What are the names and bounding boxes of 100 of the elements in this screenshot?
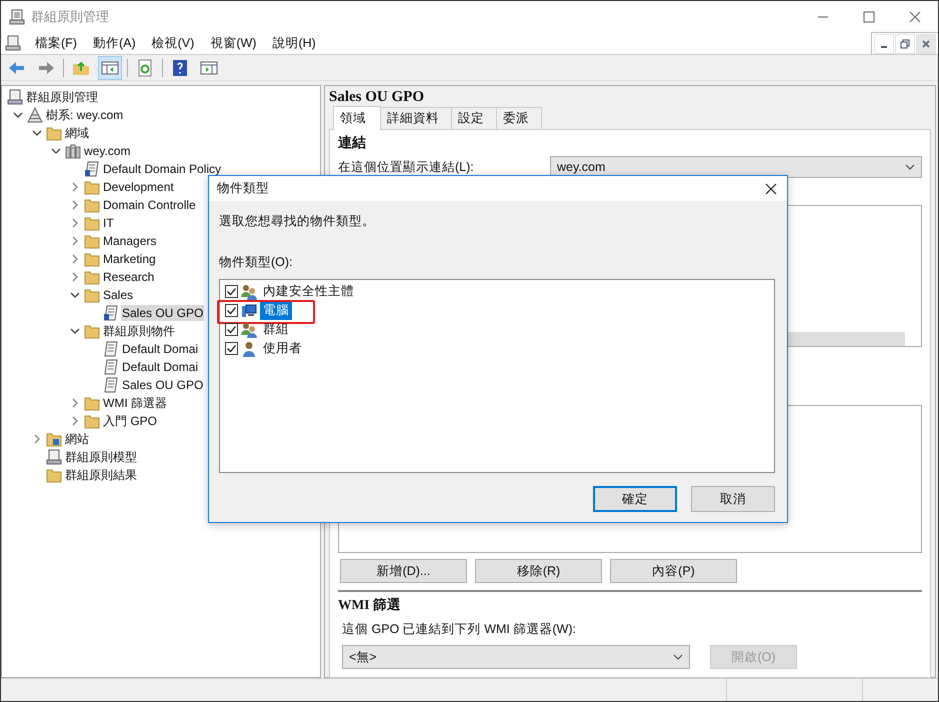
menu-item[interactable]: 視窗(W) <box>208 34 258 52</box>
restore-icon[interactable] <box>895 34 915 54</box>
list-label: 物件類型(O): <box>219 254 294 271</box>
tree-item[interactable]: 網域 <box>64 124 90 142</box>
section-heading: WMI 篩選 <box>338 596 402 614</box>
panel-title: Sales OU GPO <box>329 89 426 106</box>
folder-icon <box>84 179 100 195</box>
tab[interactable]: 領域 <box>333 106 381 130</box>
collapse-chevron-icon[interactable] <box>51 146 61 156</box>
field-label: 在這個位置顯示連結(L): <box>338 158 475 176</box>
tree-item[interactable]: Managers <box>102 233 158 249</box>
user-icon <box>241 340 257 356</box>
object-type-item[interactable]: 群組 <box>260 320 292 339</box>
expand-chevron-icon[interactable] <box>32 434 42 444</box>
collapse-chevron-icon[interactable] <box>32 128 42 138</box>
users-icon <box>241 322 257 338</box>
object-type-item[interactable]: 內建安全性主體 <box>260 282 357 301</box>
tree-item[interactable]: 樹系: wey.com <box>45 106 124 124</box>
dropdown-chevron-icon[interactable] <box>905 162 915 172</box>
tree-item[interactable]: WMI 篩選器 <box>102 394 168 412</box>
tree-item[interactable]: Sales OU GPO <box>121 377 204 393</box>
section-heading: 連結 <box>338 134 367 152</box>
console-icon <box>9 8 25 24</box>
expand-chevron-icon[interactable] <box>70 272 80 282</box>
folder-icon <box>46 125 62 141</box>
folder-icon <box>46 467 62 483</box>
checkbox[interactable] <box>225 285 238 298</box>
console-icon <box>7 89 23 105</box>
tab[interactable]: 委派 <box>496 107 542 129</box>
folder-icon <box>84 233 100 249</box>
modeling-icon <box>46 449 62 465</box>
menu-item[interactable]: 檔案(F) <box>33 34 79 52</box>
field-label: 這個 GPO 已連結到下列 WMI 篩選器(W): <box>341 621 577 638</box>
tree-item[interactable]: Domain Controlle <box>102 197 197 213</box>
wmi-filter-dropdown[interactable]: <無> <box>342 645 690 669</box>
tree-item[interactable]: 網站 <box>64 430 90 448</box>
tree-item[interactable]: 群組原則管理 <box>25 88 99 106</box>
tree-item[interactable]: 群組原則物件 <box>102 322 176 340</box>
panel-toggle-icon[interactable] <box>98 56 122 80</box>
collapse-chevron-icon[interactable] <box>70 290 80 300</box>
object-type-item[interactable]: 電腦 <box>260 301 292 320</box>
tree-item[interactable]: Default Domai <box>121 359 200 375</box>
folder-icon <box>84 323 100 339</box>
action-button[interactable]: 內容(P) <box>610 559 737 583</box>
tree-item[interactable]: Sales OU GPO <box>121 305 204 321</box>
menu-item[interactable]: 檢視(V) <box>150 34 196 52</box>
location-dropdown[interactable]: wey.com <box>550 156 922 178</box>
expand-chevron-icon[interactable] <box>70 254 80 264</box>
checkbox[interactable] <box>225 342 238 355</box>
tree-item[interactable]: 群組原則模型 <box>64 448 138 466</box>
expand-chevron-icon[interactable] <box>70 218 80 228</box>
folder-icon <box>84 287 100 303</box>
minimize-icon[interactable] <box>874 34 894 54</box>
dialog-button[interactable]: 取消 <box>691 486 775 512</box>
dialog-title: 物件類型 <box>217 180 269 197</box>
dialog-button[interactable]: 確定 <box>593 486 677 512</box>
tree-item[interactable]: wey.com <box>83 143 132 159</box>
action-button[interactable]: 移除(R) <box>475 559 602 583</box>
console-icon <box>5 35 21 51</box>
window-title: 群組原則管理 <box>31 8 109 26</box>
tree-item[interactable]: 群組原則結果 <box>64 466 138 484</box>
tree-item[interactable]: IT <box>102 215 115 231</box>
expand-chevron-icon[interactable] <box>70 398 80 408</box>
tree-item[interactable]: Marketing <box>102 251 157 267</box>
expand-chevron-icon[interactable] <box>70 182 80 192</box>
checkbox[interactable] <box>225 323 238 336</box>
collapse-chevron-icon[interactable] <box>13 110 23 120</box>
folder-icon <box>84 251 100 267</box>
menu-item[interactable]: 說明(H) <box>270 34 318 52</box>
tree-item[interactable]: Default Domain Policy <box>102 161 222 177</box>
tree-item[interactable]: 入門 GPO <box>102 412 158 430</box>
gpo-icon <box>103 341 119 357</box>
checkbox[interactable] <box>225 304 238 317</box>
folder-icon <box>46 431 62 447</box>
close-icon[interactable] <box>765 182 777 194</box>
folder-icon <box>84 413 100 429</box>
folder-icon <box>84 197 100 213</box>
gpo-icon <box>103 359 119 375</box>
folder-icon <box>84 215 100 231</box>
forest-icon <box>27 107 43 123</box>
gpo-link-icon <box>84 161 100 177</box>
menu-item[interactable]: 動作(A) <box>90 34 138 52</box>
expand-chevron-icon[interactable] <box>70 236 80 246</box>
dialog-prompt: 選取您想尋找的物件類型。 <box>219 213 376 230</box>
tree-item[interactable]: Research <box>102 269 156 285</box>
tree-item[interactable]: Development <box>102 179 175 195</box>
gpo-link-icon <box>103 305 119 321</box>
tree-item[interactable]: Default Domai <box>121 341 200 357</box>
gpo-icon <box>103 377 119 393</box>
folder-icon <box>84 269 100 285</box>
tree-item[interactable]: Sales <box>102 287 134 303</box>
expand-chevron-icon[interactable] <box>70 200 80 210</box>
action-button[interactable]: 新增(D)... <box>340 559 467 583</box>
dropdown-chevron-icon[interactable] <box>673 652 683 662</box>
object-type-item[interactable]: 使用者 <box>260 339 305 358</box>
users-icon <box>241 284 257 300</box>
server-icon <box>65 143 81 159</box>
collapse-chevron-icon[interactable] <box>70 326 80 336</box>
computer-icon <box>241 302 257 318</box>
expand-chevron-icon[interactable] <box>70 416 80 426</box>
